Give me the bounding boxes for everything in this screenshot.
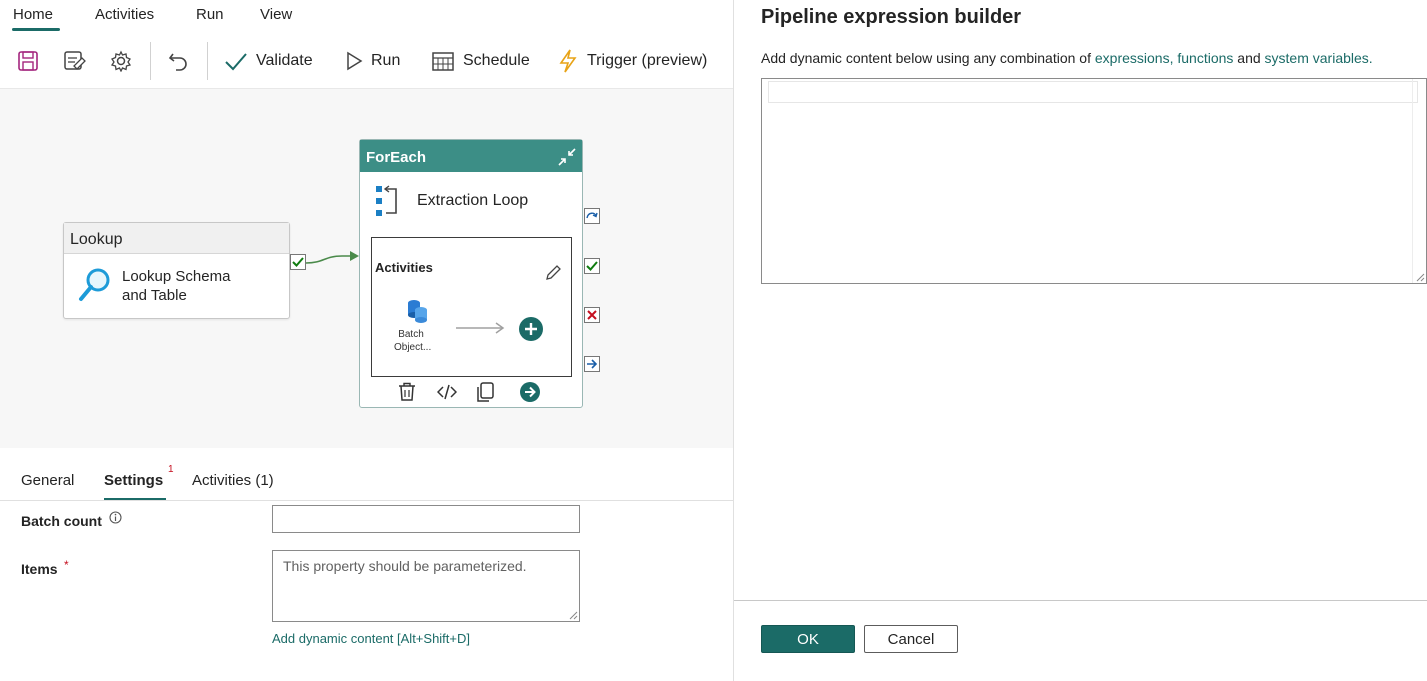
tab-general[interactable]: General — [21, 472, 74, 489]
menu-run[interactable]: Run — [196, 6, 224, 23]
trigger-button[interactable]: Trigger (preview) — [557, 48, 707, 74]
resize-handle-icon[interactable] — [569, 611, 578, 620]
menu-bar: Home Activities Run View — [0, 0, 733, 32]
code-icon[interactable] — [437, 384, 457, 400]
delete-icon[interactable] — [398, 382, 416, 402]
collapse-icon[interactable] — [557, 147, 577, 167]
go-to-icon[interactable] — [520, 382, 540, 402]
undo-button[interactable] — [167, 48, 189, 74]
description-text: Add dynamic content below using any comb… — [761, 50, 1095, 66]
functions-link[interactable]: functions — [1177, 50, 1233, 66]
settings-button[interactable] — [110, 48, 132, 74]
items-label: Items — [21, 561, 58, 577]
undo-icon — [168, 53, 187, 71]
success-output[interactable] — [584, 258, 600, 274]
foreach-node-name: Extraction Loop — [417, 192, 529, 209]
add-dynamic-content-link[interactable]: Add dynamic content [Alt+Shift+D] — [272, 631, 470, 646]
add-activity-icon[interactable] — [519, 317, 543, 341]
inner-activities-title: Activities — [375, 260, 433, 275]
foreach-activity-node[interactable]: ForEach Extraction Loop Activities Batch… — [359, 139, 583, 408]
expressions-link[interactable]: expressions, — [1095, 50, 1174, 66]
gear-icon — [110, 50, 132, 72]
validate-label: Validate — [256, 52, 313, 69]
system-variables-link[interactable]: system variables. — [1265, 50, 1373, 66]
toolbar-divider — [207, 42, 208, 80]
play-icon — [347, 51, 363, 71]
items-placeholder: This property should be parameterized. — [283, 558, 527, 574]
batch-object-label: Batch Object... — [394, 329, 432, 353]
save-button[interactable] — [17, 48, 39, 74]
foreach-inner-activities[interactable]: Activities Batch Object... — [371, 237, 572, 377]
schedule-label: Schedule — [463, 52, 530, 69]
save-as-template-button[interactable] — [63, 48, 87, 74]
success-connector-line — [306, 251, 359, 264]
tab-activities[interactable]: Activities (1) — [192, 472, 274, 489]
save-template-icon — [64, 51, 86, 70]
footer-divider — [734, 600, 1427, 601]
schedule-button[interactable]: Schedule — [431, 48, 530, 74]
expression-builder-pane: Pipeline expression builder Add dynamic … — [733, 0, 1427, 681]
lookup-activity-node[interactable]: Lookup Lookup Schema and Table — [63, 222, 290, 319]
lightning-icon — [559, 49, 577, 73]
save-icon — [18, 51, 38, 71]
checkmark-icon — [292, 257, 304, 267]
copy-icon[interactable] — [477, 382, 495, 402]
foreach-node-header-label: ForEach — [366, 149, 427, 166]
foreach-icon — [376, 185, 397, 216]
batch-object-icon — [408, 300, 427, 323]
validate-button[interactable]: Validate — [224, 48, 313, 74]
menu-home-indicator — [12, 28, 60, 31]
x-icon — [587, 310, 597, 320]
checkmark-icon — [586, 261, 598, 271]
items-input[interactable]: This property should be parameterized. — [272, 550, 580, 622]
info-icon[interactable] — [109, 511, 122, 524]
tab-divider — [0, 500, 733, 501]
ok-button[interactable]: OK — [761, 625, 855, 653]
pane-title: Pipeline expression builder — [761, 6, 1022, 28]
description-and: and — [1233, 50, 1265, 66]
calendar-icon — [432, 52, 454, 71]
pencil-icon[interactable] — [544, 264, 562, 282]
menu-activities[interactable]: Activities — [95, 6, 154, 23]
settings-error-badge: 1 — [168, 464, 174, 475]
pane-description: Add dynamic content below using any comb… — [761, 50, 1373, 66]
properties-panel: General Settings 1 Activities (1) Batch … — [0, 452, 733, 681]
run-label: Run — [371, 52, 401, 69]
expression-current-line — [768, 81, 1418, 103]
skip-output[interactable] — [584, 208, 600, 224]
lookup-node-header: Lookup — [64, 223, 289, 254]
foreach-node-header: ForEach — [360, 140, 582, 172]
toolbar: Validate Run Schedule Trigger (preview) — [0, 38, 733, 86]
tab-settings[interactable]: Settings — [104, 472, 163, 489]
lookup-success-output[interactable] — [290, 254, 306, 270]
lookup-node-name: Lookup Schema and Table — [122, 268, 231, 304]
skip-icon — [586, 212, 598, 219]
cancel-button[interactable]: Cancel — [864, 625, 958, 653]
run-button[interactable]: Run — [345, 48, 400, 74]
completion-output[interactable] — [584, 356, 600, 372]
expression-editor[interactable] — [761, 78, 1427, 284]
toolbar-divider — [150, 42, 151, 80]
failure-output[interactable] — [584, 307, 600, 323]
batch-count-label: Batch count — [21, 513, 102, 529]
batch-count-input[interactable] — [272, 505, 580, 533]
arrow-right-icon — [456, 322, 505, 334]
arrow-right-icon — [587, 359, 598, 369]
trigger-label: Trigger (preview) — [587, 52, 708, 69]
lookup-icon — [79, 268, 110, 301]
menu-home[interactable]: Home — [13, 6, 53, 23]
pipeline-editor: Home Activities Run View Validate Run Sc… — [0, 0, 733, 681]
menu-view[interactable]: View — [260, 6, 292, 23]
resize-handle-icon[interactable] — [1416, 273, 1425, 282]
editor-scrollbar[interactable] — [1412, 79, 1426, 283]
required-marker: * — [64, 558, 69, 572]
checkmark-icon — [225, 53, 247, 71]
